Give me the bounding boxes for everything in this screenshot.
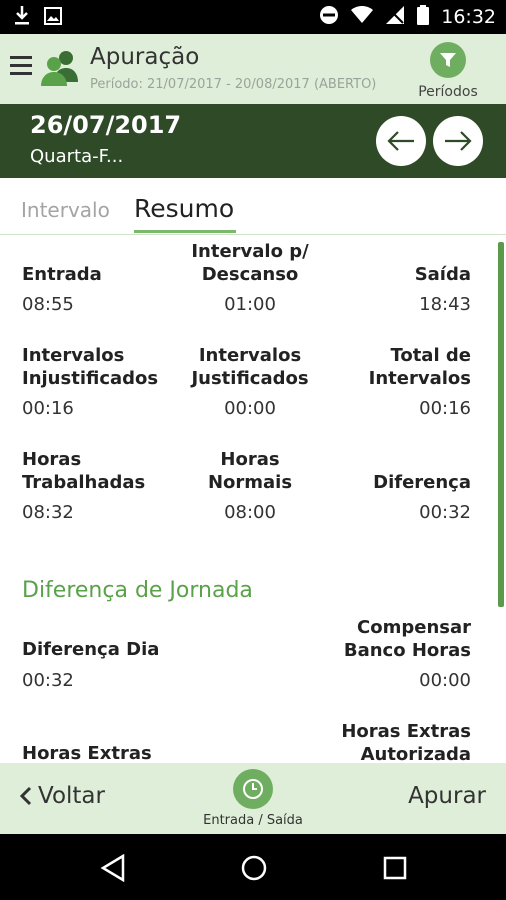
menu-icon[interactable] <box>10 56 32 80</box>
saida-label: Saída <box>414 264 471 285</box>
horas-trabalhadas-value: 08:32 <box>22 502 74 523</box>
total-intervalos-label: Total de Intervalos <box>368 345 471 389</box>
diferenca-label: Diferença <box>373 472 471 493</box>
intervalos-injustificados-value: 00:16 <box>22 398 74 419</box>
horas-normais-label: Horas Normais <box>207 449 293 493</box>
chevron-left-icon <box>20 786 32 806</box>
current-date: 26/07/2017 <box>30 111 182 139</box>
section-title-jornada: Diferença de Jornada <box>22 578 253 603</box>
periods-button[interactable]: Períodos <box>410 40 486 102</box>
diferenca-dia-label: Diferença Dia <box>22 639 160 660</box>
intervalo-descanso-label: Intervalo p/ Descanso <box>191 241 309 285</box>
arrow-right-icon <box>445 131 472 151</box>
back-label: Voltar <box>38 783 105 809</box>
do-not-disturb-icon <box>319 5 339 29</box>
nav-home-icon[interactable] <box>239 853 269 883</box>
period-subtitle: Período: 21/07/2017 - 20/08/2017 (ABERTO… <box>90 77 377 92</box>
app-bar: Apuração Período: 21/07/2017 - 20/08/201… <box>0 34 506 104</box>
diferenca-value: 00:32 <box>419 502 471 523</box>
bottom-action-bar: Voltar Entrada / Saída Apurar <box>0 763 506 834</box>
entrada-label: Entrada <box>22 264 102 285</box>
nav-back-icon[interactable] <box>98 853 128 883</box>
compensar-banco-label: Compensar Banco Horas <box>343 617 471 661</box>
intervalos-injustificados-label: Intervalos Injustificados <box>22 345 159 389</box>
entrada-value: 08:55 <box>22 294 74 315</box>
arrow-left-icon <box>387 131 414 151</box>
status-bar: 16:32 <box>0 0 506 34</box>
date-header: 26/07/2017 Quarta-F... <box>0 104 506 178</box>
intervalo-descanso-value: 01:00 <box>224 294 276 315</box>
horas-extras-label: Horas Extras <box>22 743 152 764</box>
page-title: Apuração <box>90 44 200 70</box>
horas-trabalhadas-label: Horas Trabalhadas <box>22 449 146 493</box>
total-intervalos-value: 00:16 <box>419 398 471 419</box>
signal-off-icon <box>385 5 405 29</box>
entrada-saida-button[interactable]: Entrada / Saída <box>196 769 310 828</box>
status-time: 16:32 <box>441 6 496 28</box>
tab-resumo[interactable]: Resumo <box>134 194 234 223</box>
periods-label: Períodos <box>418 84 478 100</box>
download-icon <box>14 6 30 30</box>
entrada-saida-label: Entrada / Saída <box>203 813 303 828</box>
filter-icon <box>430 42 466 78</box>
wifi-icon <box>351 5 374 28</box>
horas-normais-value: 08:00 <box>224 502 276 523</box>
system-nav-bar <box>0 834 506 900</box>
image-icon <box>44 7 62 29</box>
previous-day-button[interactable] <box>376 116 426 166</box>
horas-extras-autorizada-label: Horas Extras Autorizada <box>341 721 471 765</box>
tab-indicator <box>134 230 236 233</box>
nav-recents-icon[interactable] <box>380 853 410 883</box>
intervalos-justificados-value: 00:00 <box>224 398 276 419</box>
compensar-banco-value: 00:00 <box>419 670 471 691</box>
clock-icon <box>233 769 273 809</box>
scrollbar[interactable] <box>498 242 504 607</box>
apurar-button[interactable]: Apurar <box>408 783 486 809</box>
back-button[interactable]: Voltar <box>20 783 105 809</box>
saida-value: 18:43 <box>419 294 471 315</box>
tab-bar: Intervalo Resumo <box>0 178 506 235</box>
intervalos-justificados-label: Intervalos Justificados <box>191 345 309 389</box>
tab-intervalo[interactable]: Intervalo <box>21 198 110 222</box>
users-logo-icon <box>40 48 80 88</box>
battery-icon <box>417 5 430 29</box>
weekday: Quarta-F... <box>30 146 124 167</box>
diferenca-dia-value: 00:32 <box>22 670 74 691</box>
next-day-button[interactable] <box>433 116 483 166</box>
